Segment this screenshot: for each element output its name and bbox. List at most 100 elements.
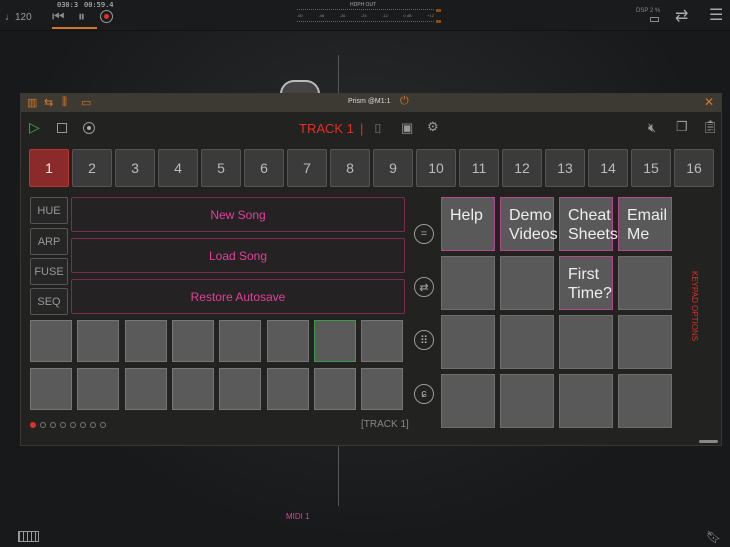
track-button-6[interactable]: 6 bbox=[244, 149, 284, 187]
pad[interactable] bbox=[313, 368, 356, 410]
battery-icon bbox=[650, 17, 659, 22]
grid-icon[interactable]: ⠿ bbox=[414, 330, 434, 350]
node-handle[interactable] bbox=[280, 80, 320, 94]
track-button-11[interactable]: 11 bbox=[459, 149, 499, 187]
page-dot[interactable] bbox=[100, 422, 106, 428]
hue-button[interactable]: HUE bbox=[30, 197, 68, 224]
pad[interactable] bbox=[171, 368, 214, 410]
resize-handle[interactable] bbox=[699, 440, 718, 443]
keyboard-icon[interactable] bbox=[18, 531, 39, 542]
bookmark-icon[interactable]: 🔖︎ bbox=[706, 530, 721, 544]
track-button-2[interactable]: 2 bbox=[72, 149, 112, 187]
keypad-button[interactable] bbox=[441, 256, 495, 310]
routing-icon[interactable]: ⇆ bbox=[44, 96, 53, 109]
pad[interactable] bbox=[266, 368, 309, 410]
record-icon[interactable] bbox=[100, 10, 113, 23]
play-icon[interactable]: ▷ bbox=[29, 119, 40, 136]
gear-icon[interactable]: ⚙ bbox=[427, 119, 439, 135]
track-button-16[interactable]: 16 bbox=[674, 149, 714, 187]
pad[interactable] bbox=[77, 368, 120, 410]
seq-button[interactable]: SEQ bbox=[30, 288, 68, 315]
page-dot[interactable] bbox=[50, 422, 56, 428]
keypad-button[interactable] bbox=[500, 374, 554, 428]
meter-peak-left bbox=[436, 9, 441, 12]
track-button-14[interactable]: 14 bbox=[588, 149, 628, 187]
menu-icon[interactable]: ☰ bbox=[709, 5, 723, 25]
equals-icon[interactable]: = bbox=[414, 224, 434, 244]
track-button-3[interactable]: 3 bbox=[115, 149, 155, 187]
page-dot[interactable] bbox=[60, 422, 66, 428]
paste-icon[interactable]: 📋︎ bbox=[702, 119, 719, 135]
keypad-button[interactable] bbox=[618, 256, 672, 310]
page-dot[interactable] bbox=[90, 422, 96, 428]
page-dot[interactable] bbox=[30, 422, 36, 428]
close-icon[interactable]: ✕ bbox=[704, 95, 714, 109]
keypad-button[interactable]: Demo Videos bbox=[500, 197, 558, 251]
record-icon[interactable] bbox=[83, 122, 95, 134]
restore-autosave-button[interactable]: Restore Autosave bbox=[71, 279, 405, 314]
camera-icon[interactable]: ⌷ bbox=[374, 121, 382, 137]
top-bar: ♩120 030:3 00:59.4 ⏮ ⏸ HDPH OUT -60 -48 -3… bbox=[0, 0, 730, 31]
pad[interactable] bbox=[219, 320, 262, 362]
page-dot[interactable] bbox=[70, 422, 76, 428]
pad[interactable] bbox=[124, 368, 167, 410]
track-button-10[interactable]: 10 bbox=[416, 149, 456, 187]
tempo[interactable]: ♩120 bbox=[5, 12, 32, 23]
mixer-icon[interactable]: ⫼ bbox=[62, 96, 67, 109]
pad[interactable] bbox=[30, 368, 72, 410]
keypad-button[interactable]: Cheat Sheets bbox=[559, 197, 618, 251]
track-button-1[interactable]: 1 bbox=[29, 149, 69, 187]
keypad-button[interactable] bbox=[559, 315, 613, 369]
mute-icon[interactable]: 🔇︎ bbox=[648, 120, 656, 136]
keypad-button[interactable] bbox=[618, 374, 672, 428]
pad[interactable] bbox=[124, 320, 167, 362]
track-button-5[interactable]: 5 bbox=[201, 149, 241, 187]
swirl-icon[interactable]: ɕ bbox=[414, 384, 434, 404]
window-title: Prism @M1:1 bbox=[348, 98, 391, 105]
track-button-4[interactable]: 4 bbox=[158, 149, 198, 187]
keypad-button[interactable] bbox=[441, 374, 495, 428]
keypad-button[interactable]: First Time? bbox=[559, 256, 613, 310]
track-button-13[interactable]: 13 bbox=[545, 149, 585, 187]
keypad-options-label[interactable]: KEYPAD OPTIONS bbox=[689, 271, 699, 341]
folder-icon[interactable]: ▭ bbox=[81, 96, 91, 109]
copy-icon[interactable]: ❐ bbox=[676, 119, 688, 135]
keypad-button[interactable]: Help bbox=[441, 197, 495, 251]
rewind-icon[interactable]: ⏮ bbox=[52, 8, 65, 25]
track-button-8[interactable]: 8 bbox=[330, 149, 370, 187]
page-dot[interactable] bbox=[80, 422, 86, 428]
keypad-button[interactable] bbox=[500, 256, 554, 310]
pad[interactable] bbox=[361, 320, 404, 362]
pad[interactable] bbox=[313, 320, 356, 362]
meter-tick: -12 bbox=[382, 13, 388, 18]
track-button-15[interactable]: 15 bbox=[631, 149, 671, 187]
pad[interactable] bbox=[219, 368, 262, 410]
image-icon[interactable]: ▣ bbox=[401, 120, 413, 136]
new-song-button[interactable]: New Song bbox=[71, 197, 405, 232]
pad[interactable] bbox=[30, 320, 72, 362]
keypad-button[interactable] bbox=[559, 374, 613, 428]
fuse-button[interactable]: FUSE bbox=[30, 258, 68, 285]
cycle-icon[interactable]: ⇄ bbox=[414, 277, 434, 297]
arp-button[interactable]: ARP bbox=[30, 228, 68, 255]
separator: | bbox=[360, 121, 364, 136]
keypad-button[interactable] bbox=[441, 315, 495, 369]
pad[interactable] bbox=[361, 368, 404, 410]
pause-icon[interactable]: ⏸ bbox=[78, 8, 85, 25]
routing-icon[interactable]: ⇄ bbox=[675, 6, 688, 26]
stop-icon[interactable] bbox=[57, 123, 67, 133]
keypad-button[interactable] bbox=[500, 315, 554, 369]
track-button-12[interactable]: 12 bbox=[502, 149, 542, 187]
pad[interactable] bbox=[171, 320, 214, 362]
keypad-button[interactable]: Email Me bbox=[618, 197, 672, 251]
track-button-9[interactable]: 9 bbox=[373, 149, 413, 187]
pad[interactable] bbox=[266, 320, 309, 362]
power-icon[interactable]: ⏻ bbox=[400, 95, 409, 108]
keyboard-icon[interactable]: ▥ bbox=[27, 96, 37, 109]
load-song-button[interactable]: Load Song bbox=[71, 238, 405, 273]
pad[interactable] bbox=[77, 320, 120, 362]
track-label: TRACK 1 bbox=[299, 121, 354, 136]
page-dot[interactable] bbox=[40, 422, 46, 428]
track-button-7[interactable]: 7 bbox=[287, 149, 327, 187]
keypad-button[interactable] bbox=[618, 315, 672, 369]
